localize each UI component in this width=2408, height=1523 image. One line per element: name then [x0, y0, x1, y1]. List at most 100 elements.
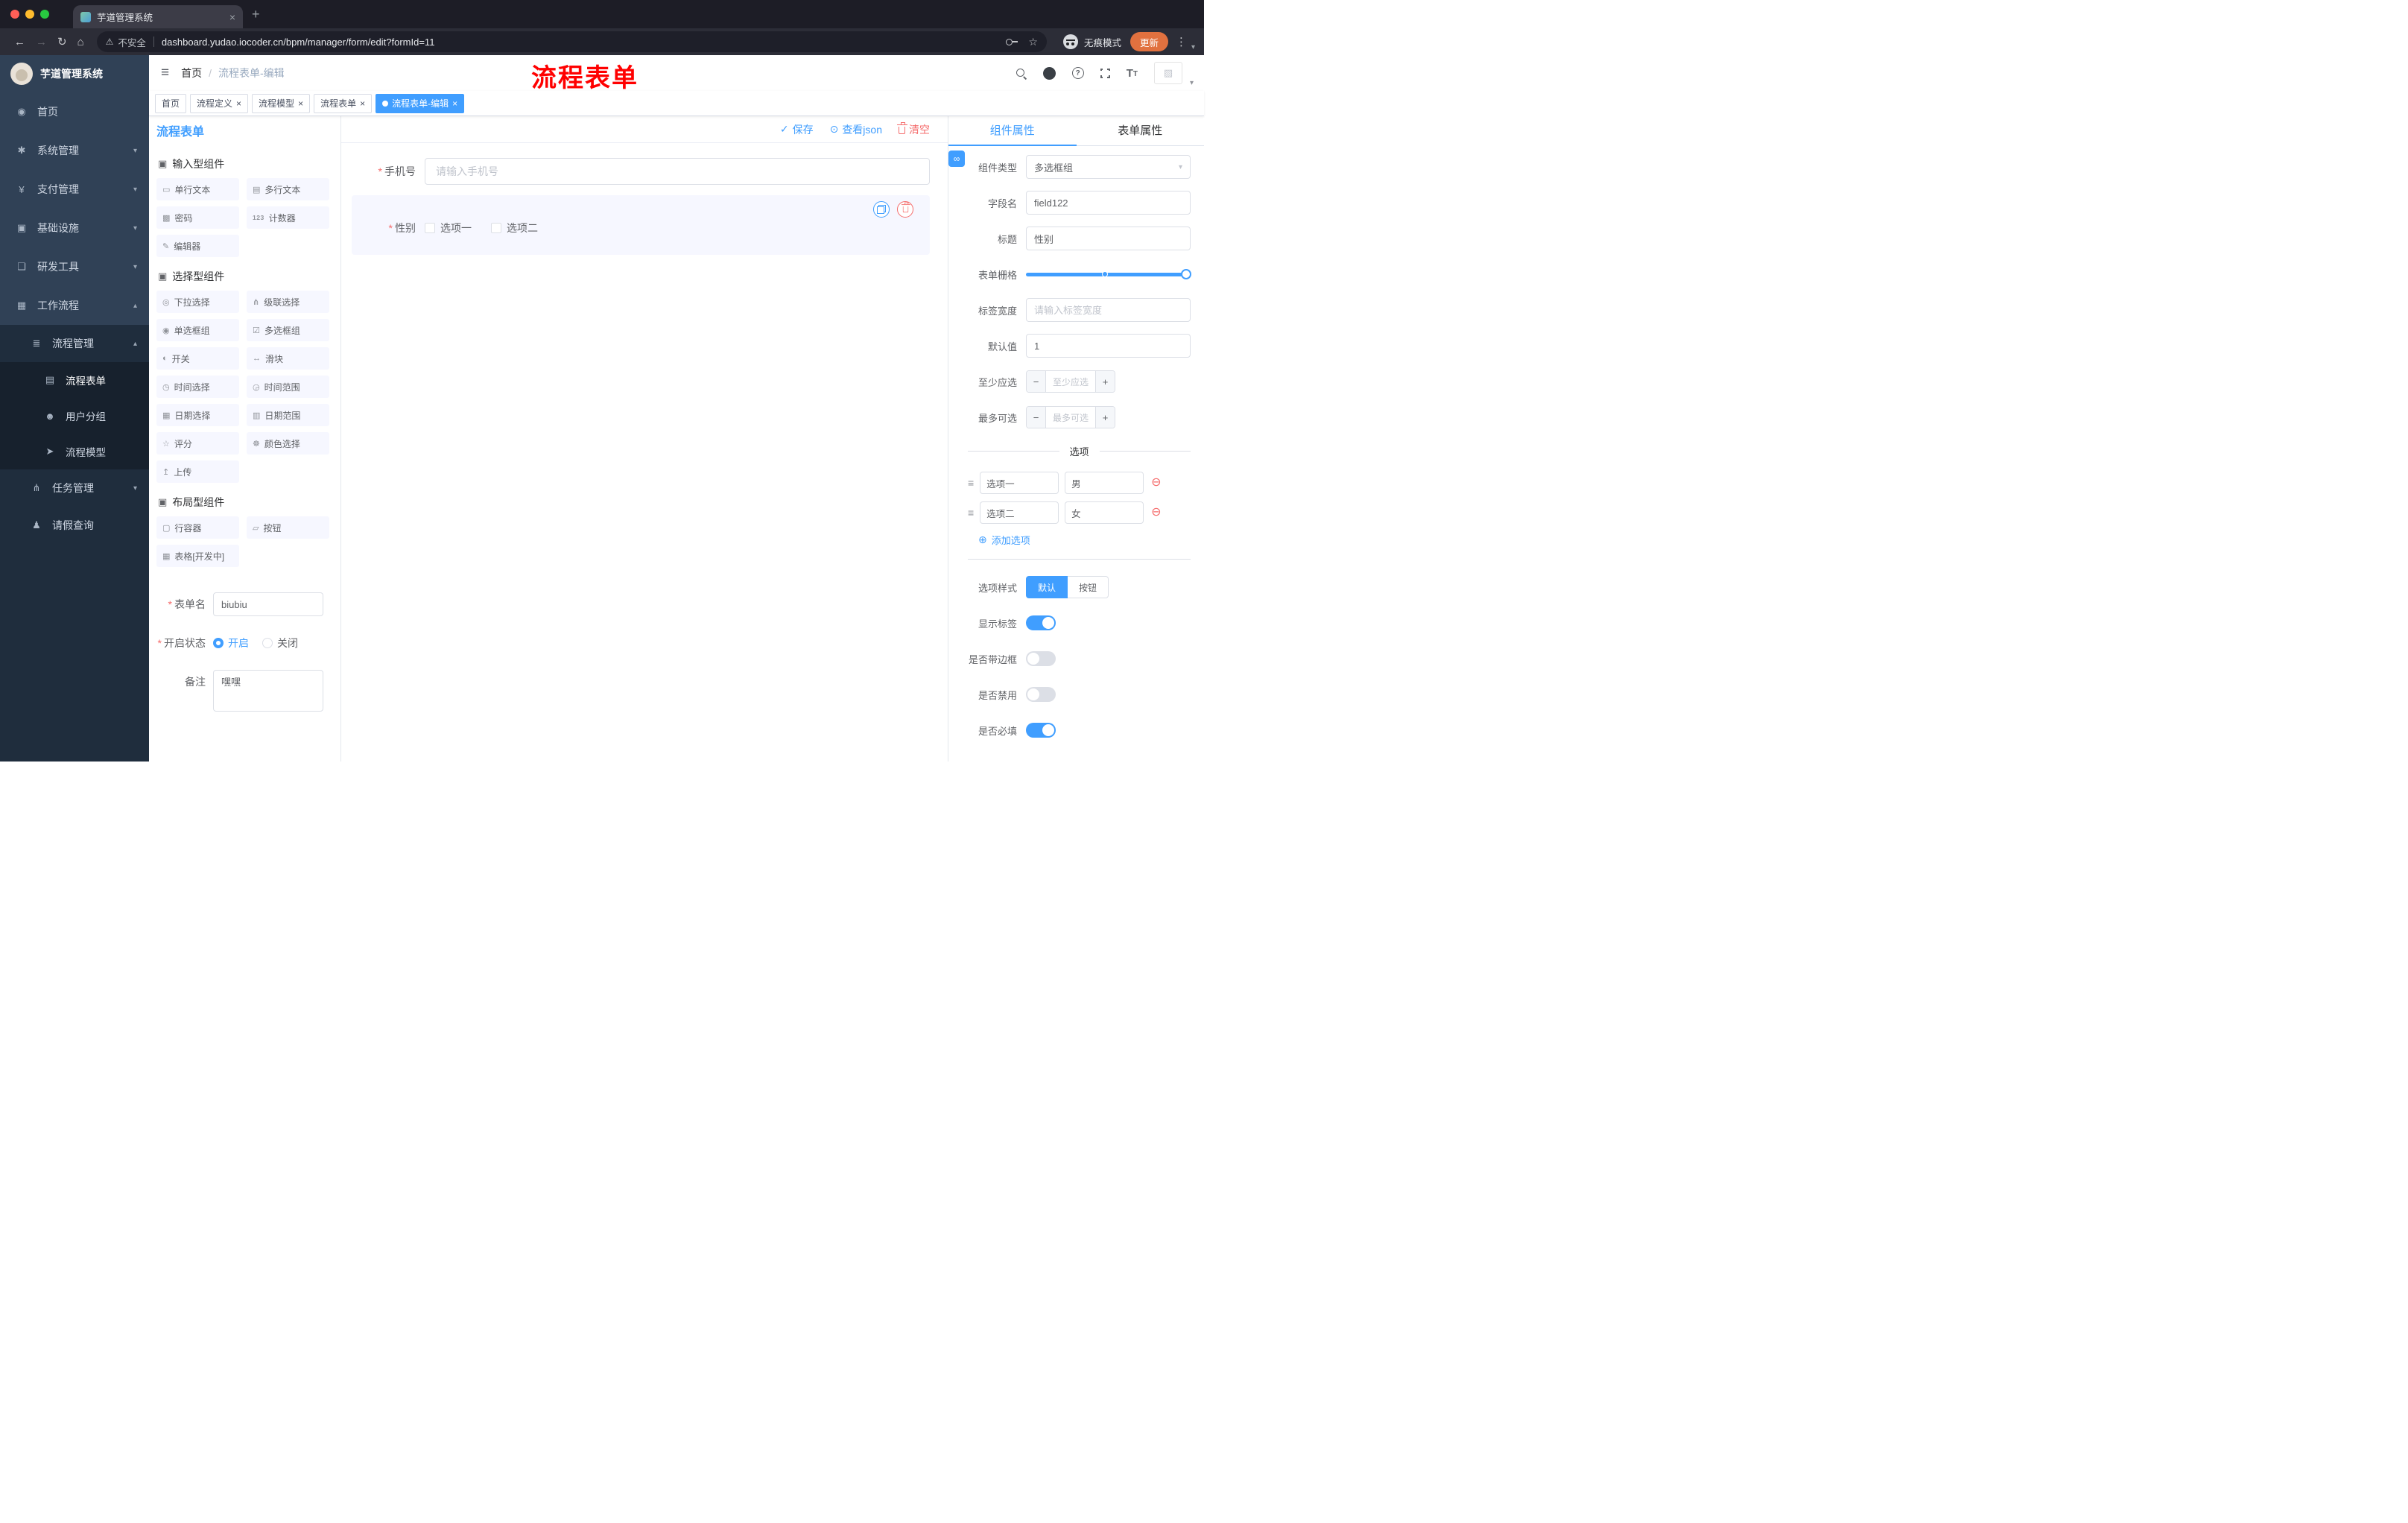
sidebar-item-payment[interactable]: ¥ 支付管理 ▾: [0, 170, 149, 209]
tag-process-form[interactable]: 流程表单 ×: [314, 93, 373, 113]
url-text[interactable]: dashboard.yudao.iocoder.cn/bpm/manager/f…: [162, 37, 1006, 48]
tag-process-form-edit[interactable]: 流程表单-编辑 ×: [376, 93, 465, 113]
font-size-icon[interactable]: TT: [1127, 68, 1138, 79]
fullscreen-icon[interactable]: [1098, 66, 1112, 80]
tab-component-props[interactable]: 组件属性: [948, 116, 1077, 146]
github-icon[interactable]: [1042, 66, 1056, 80]
sidebar-item-infra[interactable]: ▣ 基础设施 ▾: [0, 209, 149, 247]
gender-option-1[interactable]: 选项一: [425, 221, 472, 235]
remove-option-icon[interactable]: ⊖: [1151, 507, 1161, 519]
gender-field-selected[interactable]: * 性别 选项一 选项二: [352, 195, 930, 255]
status-on-radio[interactable]: 开启: [213, 636, 249, 650]
tab-close-icon[interactable]: ×: [229, 12, 235, 22]
help-icon[interactable]: ?: [1071, 67, 1084, 79]
palette-item-slider[interactable]: ↔ 滑块: [247, 347, 329, 370]
view-json-button[interactable]: ⊙ 查看json: [830, 122, 882, 137]
save-button[interactable]: ✓ 保存: [780, 122, 814, 137]
option-value-input[interactable]: [1065, 472, 1144, 494]
search-icon[interactable]: [1016, 68, 1027, 79]
disabled-toggle[interactable]: [1026, 687, 1056, 702]
minimize-window-button[interactable]: [25, 10, 34, 19]
tab-form-props[interactable]: 表单属性: [1077, 116, 1205, 145]
hamburger-icon[interactable]: ≡: [161, 65, 169, 81]
grid-slider[interactable]: [1026, 262, 1191, 286]
avatar-caret-icon[interactable]: ▾: [1190, 79, 1194, 87]
password-key-icon[interactable]: [1006, 38, 1018, 45]
palette-item-row-container[interactable]: ▢ 行容器: [156, 516, 239, 539]
browser-tab[interactable]: 芋道管理系统 ×: [73, 5, 243, 28]
palette-item-button[interactable]: ▱ 按钮: [247, 516, 329, 539]
show-label-toggle[interactable]: [1026, 615, 1056, 630]
breadcrumb-home[interactable]: 首页: [181, 66, 202, 80]
palette-item-counter[interactable]: 123 计数器: [247, 206, 329, 229]
tag-close-icon[interactable]: ×: [452, 98, 457, 109]
forward-icon[interactable]: →: [36, 36, 47, 48]
min-select-placeholder[interactable]: 至少应选: [1046, 371, 1095, 392]
palette-item-switch[interactable]: ◐ 开关: [156, 347, 239, 370]
tag-process-model[interactable]: 流程模型 ×: [252, 93, 311, 113]
slider-handle[interactable]: [1181, 269, 1191, 279]
decrease-button[interactable]: −: [1027, 407, 1046, 428]
form-canvas[interactable]: *手机号 *性别 选项一 选项二: [341, 143, 948, 762]
sidebar-item-devtools[interactable]: ❑ 研发工具 ▾: [0, 247, 149, 286]
palette-item-table[interactable]: ▦ 表格[开发中]: [156, 545, 239, 567]
border-toggle[interactable]: [1026, 651, 1056, 666]
palette-item-dropdown[interactable]: ◎ 下拉选择: [156, 291, 239, 313]
copy-component-button[interactable]: [873, 201, 890, 218]
palette-scroll-area[interactable]: ▣ 输入型组件 ▭ 单行文本 ▤ 多行文本 ▩ 密码 123 计数器 ✎ 编辑器 ▣ 选择…: [149, 145, 340, 762]
palette-item-date-range[interactable]: ▥ 日期范围: [247, 404, 329, 426]
palette-item-password[interactable]: ▩ 密码: [156, 206, 239, 229]
gender-option-2[interactable]: 选项二: [491, 221, 538, 235]
form-name-input[interactable]: [213, 592, 323, 616]
close-window-button[interactable]: [10, 10, 19, 19]
palette-item-time-range[interactable]: ◶ 时间范围: [247, 376, 329, 398]
phone-field-row[interactable]: * 手机号: [352, 158, 930, 185]
palette-item-rate[interactable]: ☆ 评分: [156, 432, 239, 455]
increase-button[interactable]: +: [1095, 371, 1115, 392]
style-button-button[interactable]: 按钮: [1068, 576, 1109, 598]
back-icon[interactable]: ←: [14, 36, 25, 48]
palette-item-radio-group[interactable]: ◉ 单选框组: [156, 319, 239, 341]
sidebar-item-system[interactable]: ✱ 系统管理 ▾: [0, 131, 149, 170]
delete-component-button[interactable]: [897, 201, 913, 218]
tag-close-icon[interactable]: ×: [360, 98, 365, 109]
default-value-input[interactable]: [1026, 334, 1191, 358]
style-default-button[interactable]: 默认: [1026, 576, 1068, 598]
sidebar-item-user-group[interactable]: ☻ 用户分组: [0, 398, 149, 434]
label-width-input[interactable]: [1026, 298, 1191, 322]
required-toggle[interactable]: [1026, 723, 1056, 738]
sidebar-item-process-model[interactable]: ➤ 流程模型: [0, 434, 149, 469]
palette-item-multi-text[interactable]: ▤ 多行文本: [247, 178, 329, 200]
option-label-input[interactable]: [980, 501, 1059, 524]
clear-button[interactable]: 清空: [896, 122, 930, 137]
drag-handle-icon[interactable]: ≡: [968, 477, 974, 489]
remark-textarea[interactable]: 嘿嘿: [213, 670, 323, 712]
phone-input[interactable]: [425, 158, 930, 185]
new-tab-button[interactable]: +: [252, 7, 260, 22]
security-label[interactable]: 不安全: [118, 35, 146, 49]
tag-home[interactable]: 首页: [155, 93, 187, 113]
palette-item-editor[interactable]: ✎ 编辑器: [156, 235, 239, 257]
palette-item-time-picker[interactable]: ◷ 时间选择: [156, 376, 239, 398]
tag-close-icon[interactable]: ×: [298, 98, 303, 109]
sidebar-item-leave-query[interactable]: ♟ 请假查询: [0, 507, 149, 544]
sidebar-item-process-mgmt[interactable]: ≣ 流程管理 ▴: [0, 325, 149, 362]
option-label-input[interactable]: [980, 472, 1059, 494]
bookmark-star-icon[interactable]: ☆: [1028, 36, 1038, 48]
tag-close-icon[interactable]: ×: [236, 98, 241, 109]
sidebar-item-task-mgmt[interactable]: ⋔ 任务管理 ▾: [0, 469, 149, 507]
remove-option-icon[interactable]: ⊖: [1151, 477, 1161, 489]
properties-body[interactable]: 组件类型 多选框组 ▾ 字段名 标题: [948, 146, 1204, 762]
title-input[interactable]: [1026, 227, 1191, 250]
sidebar-item-workflow[interactable]: ▦ 工作流程 ▴: [0, 286, 149, 325]
decrease-button[interactable]: −: [1027, 371, 1046, 392]
palette-item-upload[interactable]: ↥ 上传: [156, 460, 239, 483]
sidebar-item-home[interactable]: ◉ 首页: [0, 92, 149, 131]
chrome-update-button[interactable]: 更新: [1129, 32, 1168, 51]
palette-item-cascader[interactable]: ⋔ 级联选择: [247, 291, 329, 313]
drag-handle-icon[interactable]: ≡: [968, 507, 974, 519]
home-nav-icon[interactable]: ⌂: [77, 36, 84, 48]
avatar[interactable]: ▨: [1153, 62, 1182, 84]
option-value-input[interactable]: [1065, 501, 1144, 524]
palette-item-checkbox-group[interactable]: ☑ 多选框组: [247, 319, 329, 341]
